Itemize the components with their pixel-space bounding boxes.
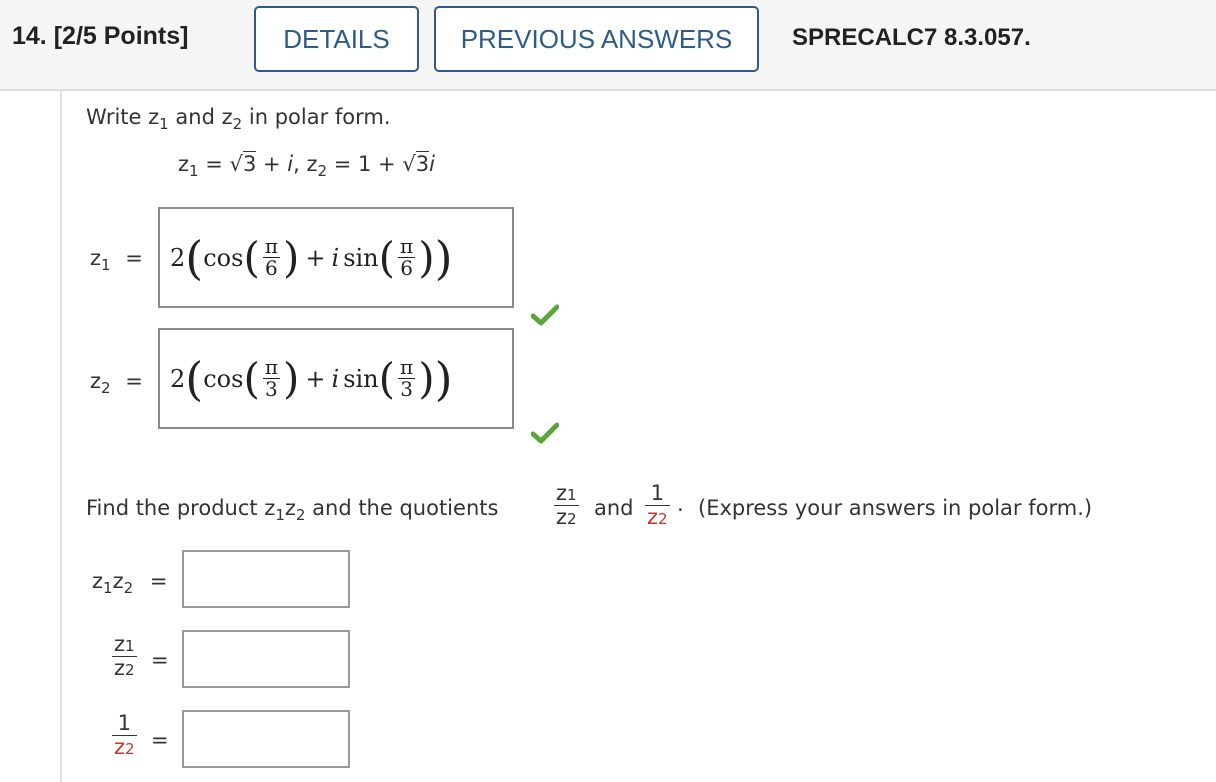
check-icon: [531, 304, 559, 326]
quotient-1-over-z2: 1 z2: [645, 481, 670, 530]
quotient-input[interactable]: [182, 630, 350, 688]
check-icon: [531, 422, 559, 444]
given-values: z1 = √3 + i, z2 = 1 + √3i: [178, 151, 435, 180]
fraction: π 3: [263, 355, 280, 401]
reciprocal-eq: =: [151, 728, 169, 752]
answer-z2-box[interactable]: 2 ( cos ( π 3 ) + i sin ( π 3 )): [158, 328, 514, 429]
reciprocal-input[interactable]: [182, 710, 350, 768]
question-left-border: [60, 91, 62, 782]
part2-and: and: [594, 496, 634, 520]
product-label: z1z2 =: [92, 569, 168, 597]
part2-prompt-tail: (Express your answers in polar form.): [698, 496, 1093, 520]
sqrt-symbol: √: [229, 152, 243, 176]
sqrt-symbol: √: [402, 152, 416, 176]
quotient-z1-over-z2: z1 z2: [554, 481, 579, 530]
quotient-eq: =: [151, 648, 169, 672]
period: .: [677, 492, 684, 516]
quotient-label-frac: z1 z2: [112, 632, 137, 681]
part2-prompt-a: Find the product z1z2 and the quotients: [86, 496, 499, 524]
fraction: π 3: [398, 355, 415, 401]
answer-z1-label: z1 =: [90, 246, 143, 274]
problem-code: SPRECALC7 8.3.057.: [792, 24, 1031, 51]
question-number: 14. [2/5 Points]: [12, 22, 189, 50]
answer-z1-box[interactable]: 2 ( cos ( π 6 ) + i sin ( π 6 )): [158, 207, 514, 308]
prompt-line: Write z1 and z2 in polar form.: [86, 105, 391, 133]
product-input[interactable]: [182, 550, 350, 608]
fraction: π 6: [263, 234, 280, 280]
fraction: π 6: [398, 234, 415, 280]
points-score: [2/5 Points]: [53, 22, 189, 50]
answer-z2-label: z2 =: [90, 369, 143, 397]
reciprocal-label-frac: 1 z2: [112, 711, 137, 760]
details-button[interactable]: DETAILS: [254, 6, 419, 72]
previous-answers-button[interactable]: PREVIOUS ANSWERS: [434, 6, 759, 72]
